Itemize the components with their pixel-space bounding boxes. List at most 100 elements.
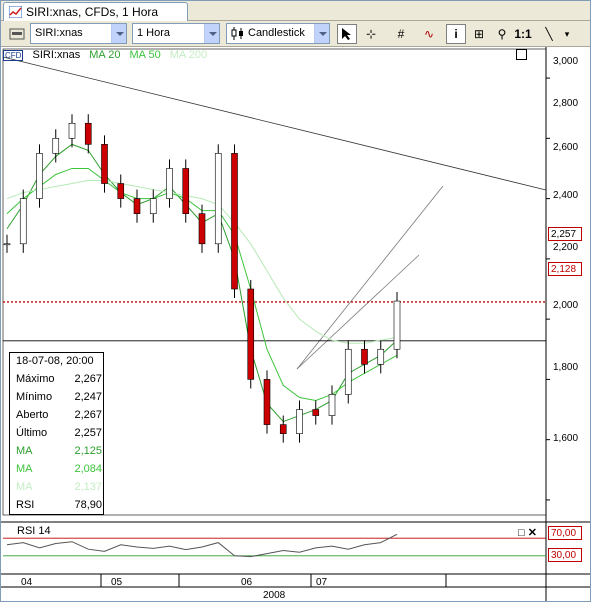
data-window-key: Aberto [16,409,49,421]
data-window-row: RSI 78,90 [16,499,102,515]
candle-body [117,183,125,199]
data-window-row: MA 2,137 [16,481,102,497]
candle-body [279,424,287,434]
candle-body [312,409,320,416]
candle-body [52,138,60,154]
candlestick-icon [231,27,243,40]
tools-icon[interactable] [9,27,25,41]
x-year: 2008 [263,590,286,601]
trendline-menu[interactable]: ▾ [557,24,577,44]
cfd-badge: CFD [3,50,24,61]
ratio-label: 1:1 [514,27,532,41]
candle-body [361,348,368,365]
timeframe-select-value: 1 Hora [137,27,171,39]
data-window-value: 2,247 [74,391,102,403]
close-icon[interactable]: ✕ [528,527,537,539]
wave-icon: ∿ [423,27,435,41]
cursor-button[interactable] [337,24,357,44]
chevron-down-icon[interactable] [111,24,126,43]
price-chart[interactable] [1,47,590,601]
chart-window: SIRI:xnas, CFDs, 1 Hora SIRI:xnas 1 Hora… [0,0,591,602]
data-window-value: 2,257 [74,427,102,439]
last-price-label: 2,257 [548,227,582,241]
cursor-icon [342,28,351,40]
candle-body [133,198,141,214]
data-window-value: 2,125 [74,445,102,457]
toolbar: SIRI:xnas 1 Hora Candlestick ⊹ # ∿ i ⊞ ⚲… [1,22,590,47]
data-window-value: 78,90 [74,499,102,511]
data-window-row: Aberto 2,267 [16,409,102,425]
chevron-down-icon: ▾ [564,29,570,39]
candle-body [149,198,157,214]
y-tick: 3,000 [553,56,579,67]
indicator-button[interactable]: ∿ [419,24,439,44]
candle-body [68,122,76,139]
y-tick: 2,400 [553,190,579,201]
data-window-date: 18-07-08, 20:00 [16,355,102,371]
chevron-down-icon[interactable] [314,24,329,43]
candle-body [19,198,27,245]
info-icon: i [454,27,458,41]
chart-type-value: Candlestick [248,27,305,39]
rsi-lower-label: 30,00 [548,548,582,562]
grid-button[interactable]: # [391,24,411,44]
channel-lower [296,254,420,370]
chart-tab[interactable]: SIRI:xnas, CFDs, 1 Hora [3,2,188,21]
crosshair-button[interactable]: ⊹ [361,24,381,44]
candle-body [84,122,92,145]
data-window-row: MA 2,084 [16,463,102,479]
legend-ma50[interactable]: MA 50 [130,49,161,61]
rsi-title: RSI 14 [17,525,51,537]
candle-body [214,153,222,245]
crosshair-icon: ⊹ [365,27,377,41]
channel-upper [296,185,444,370]
ratio-button[interactable]: 1:1 [513,24,533,44]
maximize-icon[interactable]: □ [518,527,525,539]
x-label: 06 [241,577,253,588]
candle-body [247,288,255,380]
chart-type-select[interactable]: Candlestick [226,23,330,44]
data-window-key: MA [16,463,33,475]
add-study-button[interactable]: ⊞ [469,24,489,44]
y-tick: 1,600 [553,433,579,444]
symbol-select-value: SIRI:xnas [35,27,83,39]
hline-price-label: 2,128 [548,262,582,276]
legend-ma200[interactable]: MA 200 [170,49,207,61]
tab-bar: SIRI:xnas, CFDs, 1 Hora [1,1,590,21]
candle-body [198,213,206,245]
data-window-row: MA 2,125 [16,445,102,461]
scroll-right-button[interactable] [516,49,527,60]
data-window-key: Máximo [16,373,55,385]
candle-body [296,409,303,434]
data-window: 18-07-08, 20:00 Máximo 2,267 Mínimo 2,24… [9,352,104,515]
legend-symbol: SIRI:xnas [32,49,81,61]
legend-ma20[interactable]: MA 20 [89,49,120,61]
x-label: 07 [316,577,328,588]
data-window-key: MA [16,481,33,493]
info-button[interactable]: i [446,24,466,44]
chart-tab-icon [9,6,22,18]
candle-body [393,300,401,350]
rsi-upper-label: 70,00 [548,526,582,540]
rsi-line [6,533,398,558]
chart-tab-title: SIRI:xnas, CFDs, 1 Hora [26,5,159,19]
chart-area[interactable]: CFD SIRI:xnas MA 20 MA 50 MA 200 2,257 2… [1,47,590,601]
add-study-icon: ⊞ [473,27,485,41]
data-window-key: Mínimo [16,391,53,403]
symbol-select[interactable]: SIRI:xnas [30,23,127,44]
chevron-down-icon[interactable] [204,24,219,43]
candle-body [166,168,173,199]
trend-line [2,56,547,191]
y-tick: 2,600 [553,142,579,153]
zoom-button[interactable]: ⚲ [492,24,512,44]
data-window-key: Último [16,427,48,439]
data-window-key: MA [16,445,33,457]
timeframe-select[interactable]: 1 Hora [132,23,220,44]
trendline-icon: ╲ [545,27,553,41]
candle-body [263,379,271,425]
trendline-button[interactable]: ╲ [539,24,559,44]
x-label: 05 [111,577,123,588]
data-window-date-value: 18-07-08, 20:00 [16,355,94,367]
x-label: 04 [21,577,33,588]
y-tick: 2,200 [553,242,579,253]
